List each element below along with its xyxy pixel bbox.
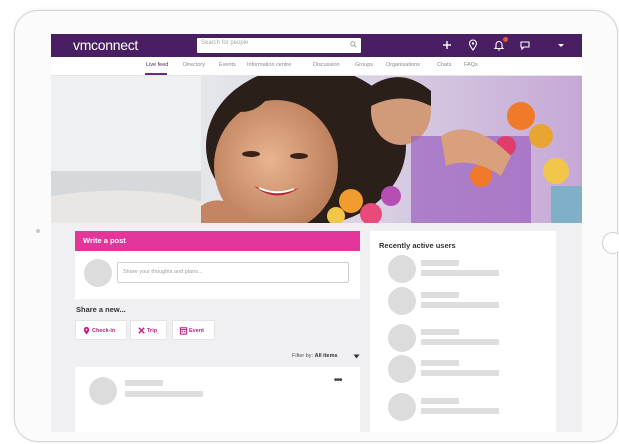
placeholder-meta [125,391,203,397]
pin-icon[interactable] [467,39,479,51]
feed-post-card: ••• [75,367,360,432]
check-in-label: Check-in [92,328,116,334]
nav-item-directory[interactable]: Directory [183,62,205,68]
check-in-button[interactable]: Check-in [75,320,127,340]
placeholder-meta [421,302,499,308]
logo[interactable]: vmconnect [73,37,138,53]
caret-down-icon[interactable] [555,39,567,51]
avatar [84,259,112,287]
placeholder-name [421,398,459,404]
placeholder-name [125,380,163,386]
event-label: Event [189,328,204,334]
avatar[interactable] [388,393,416,421]
placeholder-name [421,360,459,366]
avatar[interactable] [388,355,416,383]
filter-control[interactable]: Filter by: All items [292,353,338,359]
event-button[interactable]: Event [172,320,215,340]
more-options-icon[interactable]: ••• [334,375,342,386]
nav-item-events[interactable]: Events [219,62,236,68]
plane-icon [138,327,145,334]
placeholder-meta [421,339,499,345]
trip-button[interactable]: Trip [130,320,167,340]
placeholder-name [421,329,459,335]
placeholder-meta [421,270,499,276]
search-input[interactable]: Search for people [197,38,361,53]
active-tab-indicator [145,73,167,75]
placeholder-meta [421,370,499,376]
hero-banner-image [51,76,582,223]
avatar[interactable] [388,255,416,283]
placeholder-name [421,292,459,298]
filter-value: All items [314,353,338,359]
avatar[interactable] [388,287,416,315]
calendar-icon [179,327,188,335]
nav-item-information-centre[interactable]: Information centre [247,62,291,68]
nav-item-groups[interactable]: Groups [355,62,373,68]
search-placeholder: Search for people [201,40,249,46]
compose-header: Write a post [75,231,360,251]
search-icon[interactable] [350,41,357,48]
trip-label: Trip [147,328,158,334]
post-input[interactable]: Share your thoughts and plans... [117,262,349,283]
filter-label: Filter by: [292,353,314,359]
main-nav: Live feed Directory Events Information c… [51,57,582,76]
nav-item-live-feed[interactable]: Live feed [146,62,168,68]
chat-icon[interactable] [519,39,531,51]
recent-users-card: Recently active users [370,231,556,432]
nav-item-discussion[interactable]: Discussion [313,62,340,68]
recent-users-title: Recently active users [379,241,456,250]
notification-badge [503,37,508,42]
placeholder-meta [421,408,499,414]
hero-photo [51,76,582,223]
share-title: Share a new... [76,305,126,314]
compose-post-card: Write a post Share your thoughts and pla… [75,231,360,299]
nav-item-chats[interactable]: Chats [437,62,451,68]
location-pin-icon [83,326,90,335]
top-bar: vmconnect Search for people [51,34,582,57]
compose-title: Write a post [83,236,126,245]
tablet-home-button [602,232,619,254]
post-placeholder: Share your thoughts and plans... [123,269,203,275]
avatar[interactable] [388,324,416,352]
avatar [89,377,117,405]
plus-icon[interactable] [441,39,453,51]
tablet-camera [36,229,40,233]
placeholder-name [421,260,459,266]
app-screen: vmconnect Search for people Live feed Di… [51,34,582,432]
nav-item-organisations[interactable]: Organisations [386,62,420,68]
nav-item-faqs[interactable]: FAQs [464,62,478,68]
filter-caret-icon[interactable] [353,354,360,359]
